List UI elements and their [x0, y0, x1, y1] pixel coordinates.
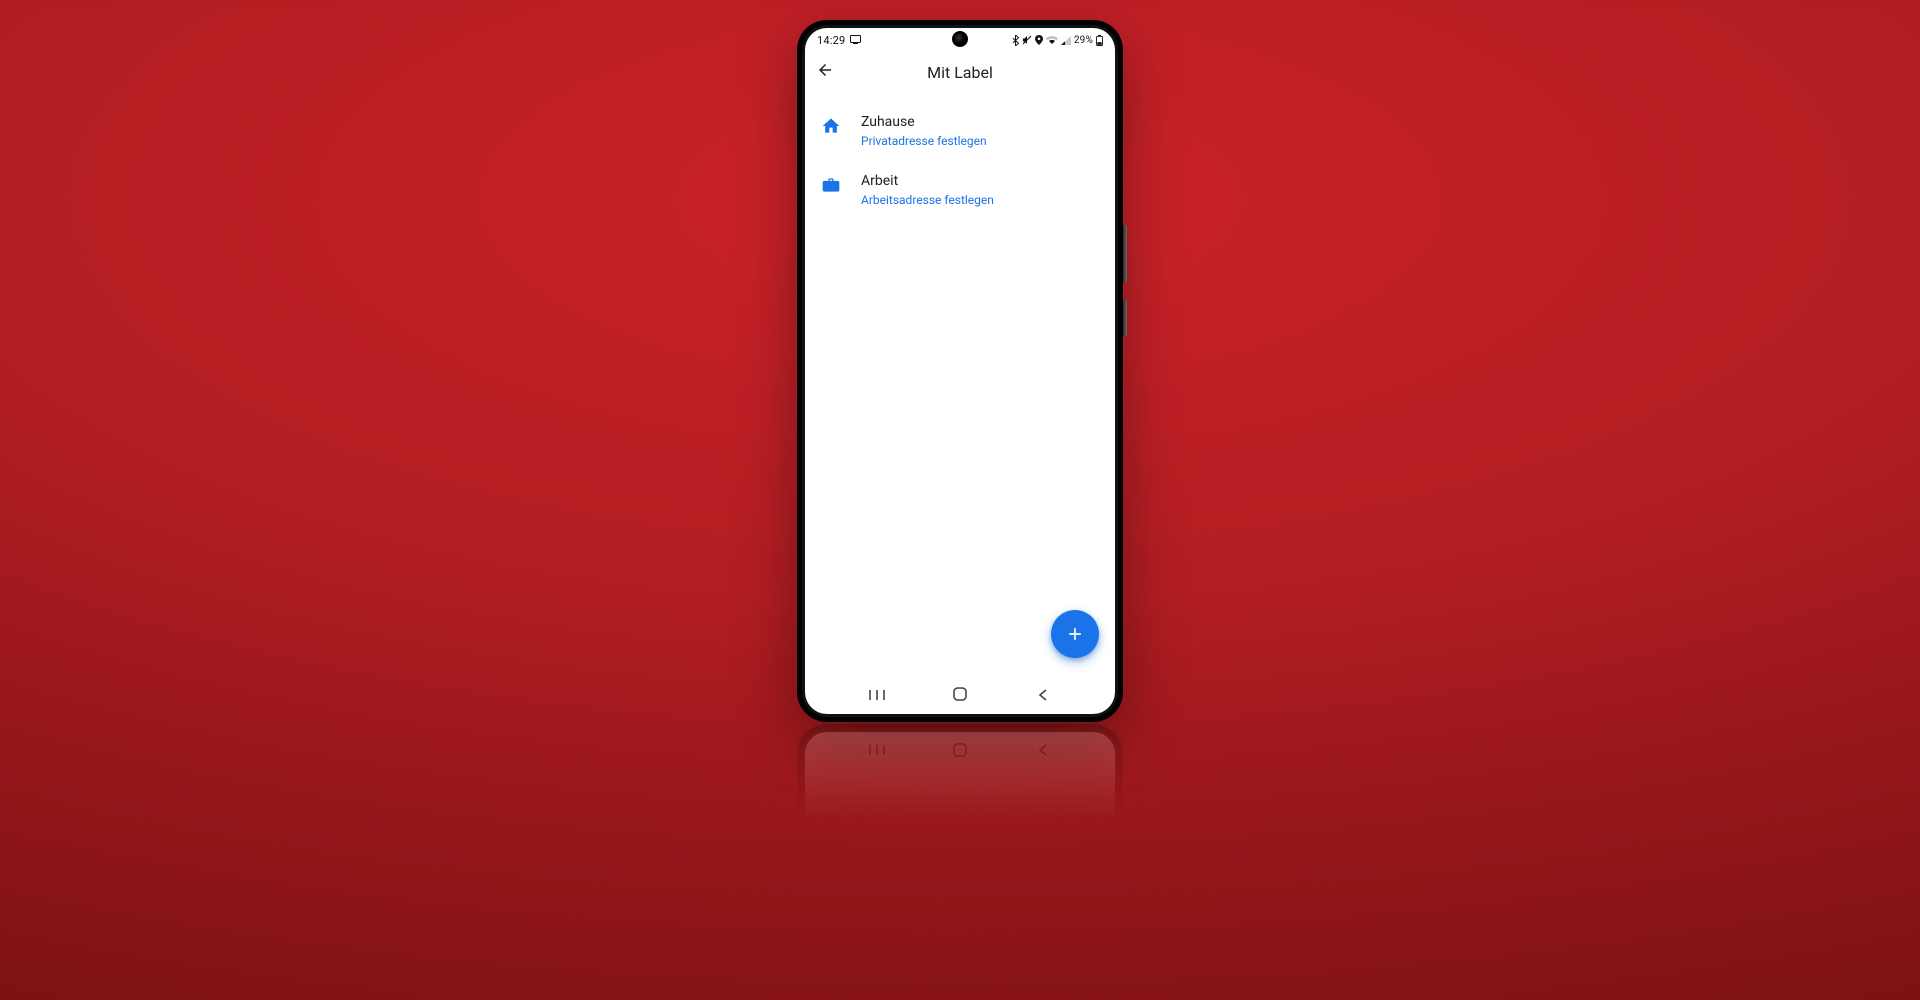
home-icon [819, 114, 843, 138]
bluetooth-icon [1012, 35, 1019, 46]
screen-share-icon [850, 34, 861, 47]
power-button [1123, 300, 1127, 336]
back-button[interactable] [805, 52, 845, 92]
front-camera [952, 31, 968, 47]
wifi-icon [1046, 36, 1058, 45]
home-nav-icon [952, 686, 968, 706]
list-item-title: Arbeit [861, 171, 994, 191]
nav-back-button[interactable] [1013, 678, 1073, 714]
phone-inner: 14:29 [802, 25, 1118, 717]
recents-icon [868, 687, 886, 706]
screen: 14:29 [805, 28, 1115, 714]
plus-icon [1065, 624, 1085, 644]
back-nav-icon [1037, 687, 1049, 706]
signal-icon [1061, 36, 1071, 45]
add-label-button[interactable] [1051, 610, 1099, 658]
app-header: Mit Label [805, 52, 1115, 92]
list-item-home[interactable]: Zuhause Privatadresse festlegen [805, 104, 1115, 163]
nav-recents-button[interactable] [847, 678, 907, 714]
status-left: 14:29 [817, 34, 861, 47]
system-nav-bar [805, 678, 1115, 714]
mute-icon [1022, 35, 1032, 45]
list-item-work[interactable]: Arbeit Arbeitsadresse festlegen [805, 163, 1115, 222]
list-item-title: Zuhause [861, 112, 987, 132]
phone-reflection [797, 724, 1123, 1000]
battery-icon [1096, 35, 1103, 46]
arrow-left-icon [816, 61, 834, 83]
briefcase-icon [819, 173, 843, 197]
set-home-address-link[interactable]: Privatadresse festlegen [861, 133, 987, 149]
nav-home-button[interactable] [930, 678, 990, 714]
location-icon [1035, 35, 1043, 45]
phone-frame: 14:29 [797, 20, 1123, 722]
battery-text: 29% [1074, 35, 1093, 46]
page-title: Mit Label [927, 63, 993, 82]
status-time: 14:29 [817, 34, 845, 47]
set-work-address-link[interactable]: Arbeitsadresse festlegen [861, 192, 994, 208]
status-right: 29% [1012, 35, 1103, 46]
volume-button [1123, 225, 1127, 283]
labeled-places-list: Zuhause Privatadresse festlegen Arbeit A… [805, 92, 1115, 678]
